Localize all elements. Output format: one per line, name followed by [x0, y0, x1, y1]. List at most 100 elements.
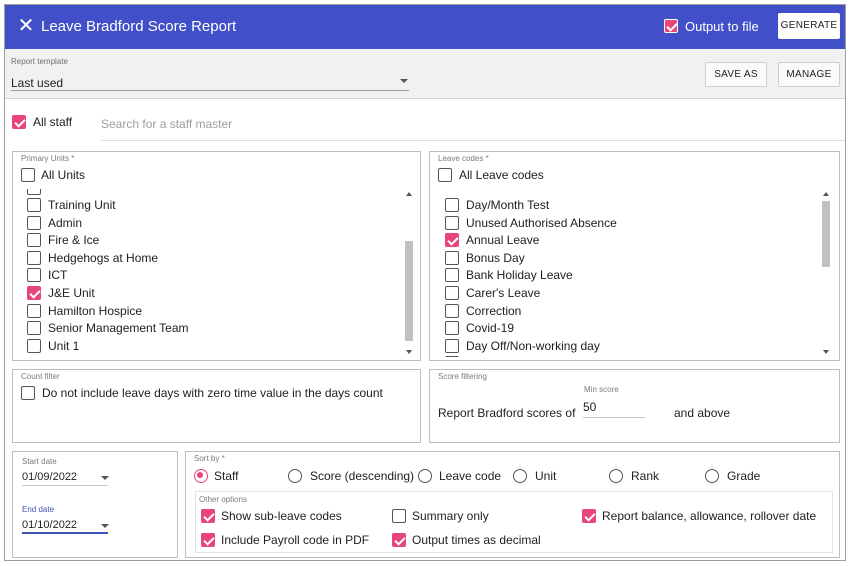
zero-time-checkbox[interactable]	[21, 386, 35, 400]
unit-checkbox[interactable]	[27, 321, 41, 335]
list-item[interactable]: Carer's Leave	[442, 284, 828, 301]
start-date-value: 01/09/2022	[22, 471, 78, 483]
sort-rank-radio[interactable]	[609, 469, 623, 483]
list-item[interactable]: Training Unit	[24, 196, 410, 213]
list-item[interactable]: Fire & Ice	[24, 231, 410, 248]
list-item[interactable]: Correction	[442, 302, 828, 319]
leave-code-checkbox[interactable]	[445, 339, 459, 353]
list-item[interactable]: Bonus Day	[442, 249, 828, 266]
unit-checkbox[interactable]	[27, 251, 41, 265]
list-item[interactable]: Hedgehogs at Home	[24, 249, 410, 266]
chevron-down-icon	[101, 476, 109, 480]
end-date-caption: End date	[22, 505, 55, 514]
leave-code-checkbox[interactable]	[445, 198, 459, 212]
min-score-input[interactable]: 50	[583, 398, 645, 418]
unit-checkbox[interactable]	[27, 216, 41, 230]
sort-staff-radio[interactable]	[194, 469, 208, 483]
leave-code-checkbox[interactable]	[445, 233, 459, 247]
score-suffix-label: and above	[674, 406, 731, 420]
list-item[interactable]	[24, 189, 410, 196]
scrollbar[interactable]	[404, 189, 414, 357]
decimal-times-checkbox[interactable]	[392, 533, 406, 547]
start-date-caption: Start date	[22, 457, 57, 466]
output-to-file-checkbox[interactable]	[664, 19, 678, 33]
list-item[interactable]: Day/Month Test	[442, 196, 828, 213]
template-select[interactable]: Last used	[11, 71, 409, 91]
end-date-value: 01/10/2022	[22, 519, 78, 531]
scroll-down-icon[interactable]	[406, 350, 412, 354]
leave-codes-list: Day/Month Test Unused Authorised Absence…	[442, 189, 828, 357]
scrollbar[interactable]	[821, 189, 831, 357]
other-options-caption: Other options	[199, 495, 248, 504]
list-item[interactable]: ICT	[24, 266, 410, 283]
sort-grade-label: Grade	[727, 469, 761, 483]
template-caption: Report template	[11, 57, 68, 66]
sort-leave-code-radio[interactable]	[418, 469, 432, 483]
report-balance-label: Report balance, allowance, rollover date	[602, 509, 817, 523]
output-to-file-label: Output to file	[685, 19, 759, 34]
scroll-up-icon[interactable]	[406, 192, 412, 196]
scroll-up-icon[interactable]	[823, 192, 829, 196]
decimal-times-label: Output times as decimal	[412, 533, 541, 547]
chevron-down-icon	[101, 524, 109, 528]
list-item[interactable]: J&E Unit	[24, 284, 410, 301]
leave-code-checkbox[interactable]	[445, 216, 459, 230]
leave-code-checkbox[interactable]	[445, 321, 459, 335]
summary-only-checkbox[interactable]	[392, 509, 406, 523]
list-item[interactable]	[442, 354, 828, 357]
score-prefix-label: Report Bradford scores of	[438, 406, 576, 420]
template-value: Last used	[11, 76, 64, 90]
show-sub-leave-codes-label: Show sub-leave codes	[221, 509, 342, 523]
list-item[interactable]: Annual Leave	[442, 231, 828, 248]
sort-unit-radio[interactable]	[513, 469, 527, 483]
leave-codes-caption: Leave codes *	[438, 154, 489, 163]
all-units-checkbox[interactable]	[21, 168, 35, 182]
template-bar: Report template Last used SAVE AS MANAGE	[5, 49, 845, 99]
sort-rank-label: Rank	[631, 469, 660, 483]
sort-grade-radio[interactable]	[705, 469, 719, 483]
save-as-button[interactable]: SAVE AS	[705, 62, 767, 87]
all-leave-codes-label: All Leave codes	[459, 168, 544, 182]
staff-search-input[interactable]: Search for a staff master	[101, 111, 845, 141]
primary-units-caption: Primary Units *	[21, 154, 75, 163]
dialog-title: Leave Bradford Score Report	[41, 18, 237, 35]
list-item[interactable]: Admin	[24, 214, 410, 231]
all-staff-checkbox[interactable]	[12, 115, 26, 129]
end-date-input[interactable]: 01/10/2022	[22, 516, 109, 534]
summary-only-label: Summary only	[412, 509, 489, 523]
include-payroll-checkbox[interactable]	[201, 533, 215, 547]
start-date-input[interactable]: 01/09/2022	[22, 468, 109, 486]
primary-units-panel: Primary Units * All Units Training Unit …	[12, 151, 421, 361]
unit-checkbox[interactable]	[27, 339, 41, 353]
scrollbar-thumb[interactable]	[405, 241, 413, 341]
leave-code-checkbox[interactable]	[445, 286, 459, 300]
generate-button[interactable]: GENERATE	[778, 13, 840, 39]
list-item[interactable]: Senior Management Team	[24, 319, 410, 336]
report-balance-checkbox[interactable]	[582, 509, 596, 523]
scroll-down-icon[interactable]	[823, 350, 829, 354]
show-sub-leave-codes-checkbox[interactable]	[201, 509, 215, 523]
unit-checkbox[interactable]	[27, 268, 41, 282]
sort-caption: Sort by *	[194, 454, 225, 463]
unit-checkbox[interactable]	[27, 304, 41, 318]
all-leave-codes-checkbox[interactable]	[438, 168, 452, 182]
scrollbar-thumb[interactable]	[822, 201, 830, 267]
other-options-group: Other options Show sub-leave codes Summa…	[195, 491, 833, 553]
leave-code-checkbox[interactable]	[445, 304, 459, 318]
sort-score-radio[interactable]	[288, 469, 302, 483]
manage-button[interactable]: MANAGE	[778, 62, 840, 87]
leave-code-checkbox[interactable]	[445, 251, 459, 265]
title-bar: ✕ Leave Bradford Score Report Output to …	[5, 5, 845, 49]
list-item[interactable]: Unit 1	[24, 337, 410, 354]
leave-code-checkbox[interactable]	[445, 268, 459, 282]
unit-checkbox[interactable]	[27, 233, 41, 247]
list-item[interactable]: Day Off/Non-working day	[442, 337, 828, 354]
list-item[interactable]: Unused Authorised Absence	[442, 214, 828, 231]
zero-time-label: Do not include leave days with zero time…	[42, 386, 383, 400]
list-item[interactable]: Covid-19	[442, 319, 828, 336]
list-item[interactable]: Hamilton Hospice	[24, 302, 410, 319]
list-item[interactable]: Bank Holiday Leave	[442, 266, 828, 283]
close-icon[interactable]: ✕	[15, 15, 37, 37]
unit-checkbox[interactable]	[27, 198, 41, 212]
unit-checkbox[interactable]	[27, 286, 41, 300]
